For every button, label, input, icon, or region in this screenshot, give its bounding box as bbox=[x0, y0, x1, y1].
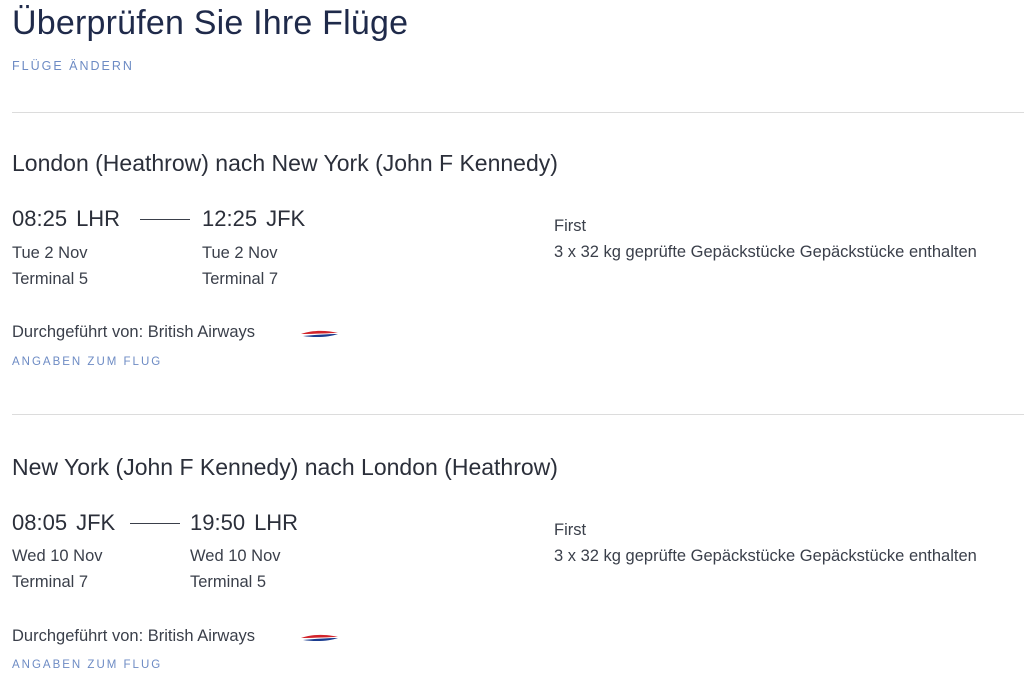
arrival-terminal: Terminal 7 bbox=[202, 270, 279, 288]
departure-time-block: 08:25 LHR bbox=[12, 206, 120, 232]
review-flights-page: Überprüfen Sie Ihre Flüge FLÜGE ÄNDERN L… bbox=[12, 0, 1024, 683]
flight-details-link[interactable]: ANGABEN ZUM FLUG bbox=[12, 356, 162, 368]
page-title: Überprüfen Sie Ihre Flüge bbox=[12, 4, 409, 42]
departure-date: Tue 2 Nov bbox=[12, 244, 88, 262]
arrival-time-block: 19:50 LHR bbox=[190, 510, 298, 536]
departure-airport-code: JFK bbox=[76, 510, 116, 535]
arrival-airport-code: JFK bbox=[266, 206, 306, 231]
leg-route-title: London (Heathrow) nach New York (John F … bbox=[12, 150, 558, 176]
british-airways-speedmarque-icon bbox=[301, 330, 338, 338]
cabin-class: First bbox=[554, 217, 587, 235]
departure-date: Wed 10 Nov bbox=[12, 547, 103, 565]
baggage-allowance: 3 x 32 kg geprüfte Gepäckstücke Gepäckst… bbox=[554, 547, 977, 565]
arrival-time: 12:25 bbox=[202, 206, 258, 231]
divider bbox=[12, 414, 1024, 415]
departure-airport-code: LHR bbox=[76, 206, 121, 231]
departure-time-block: 08:05 JFK bbox=[12, 510, 115, 536]
route-line bbox=[140, 219, 190, 220]
leg-route-title: New York (John F Kennedy) nach London (H… bbox=[12, 454, 558, 480]
divider bbox=[12, 112, 1024, 113]
departure-time: 08:25 bbox=[12, 206, 68, 231]
departure-terminal: Terminal 7 bbox=[12, 573, 89, 591]
arrival-time: 19:50 bbox=[190, 510, 246, 535]
arrival-airport-code: LHR bbox=[254, 510, 299, 535]
flight-details-link[interactable]: ANGABEN ZUM FLUG bbox=[12, 659, 162, 671]
arrival-terminal: Terminal 5 bbox=[190, 573, 267, 591]
change-flights-link[interactable]: FLÜGE ÄNDERN bbox=[12, 59, 134, 73]
departure-terminal: Terminal 5 bbox=[12, 270, 89, 288]
arrival-date: Wed 10 Nov bbox=[190, 547, 281, 565]
departure-time: 08:05 bbox=[12, 510, 68, 535]
route-line bbox=[130, 523, 180, 524]
baggage-allowance: 3 x 32 kg geprüfte Gepäckstücke Gepäckst… bbox=[554, 243, 977, 261]
british-airways-speedmarque-icon bbox=[301, 634, 338, 642]
arrival-time-block: 12:25 JFK bbox=[202, 206, 305, 232]
arrival-date: Tue 2 Nov bbox=[202, 244, 278, 262]
operated-by: Durchgeführt von: British Airways bbox=[12, 627, 256, 645]
cabin-class: First bbox=[554, 521, 587, 539]
operated-by: Durchgeführt von: British Airways bbox=[12, 323, 256, 341]
